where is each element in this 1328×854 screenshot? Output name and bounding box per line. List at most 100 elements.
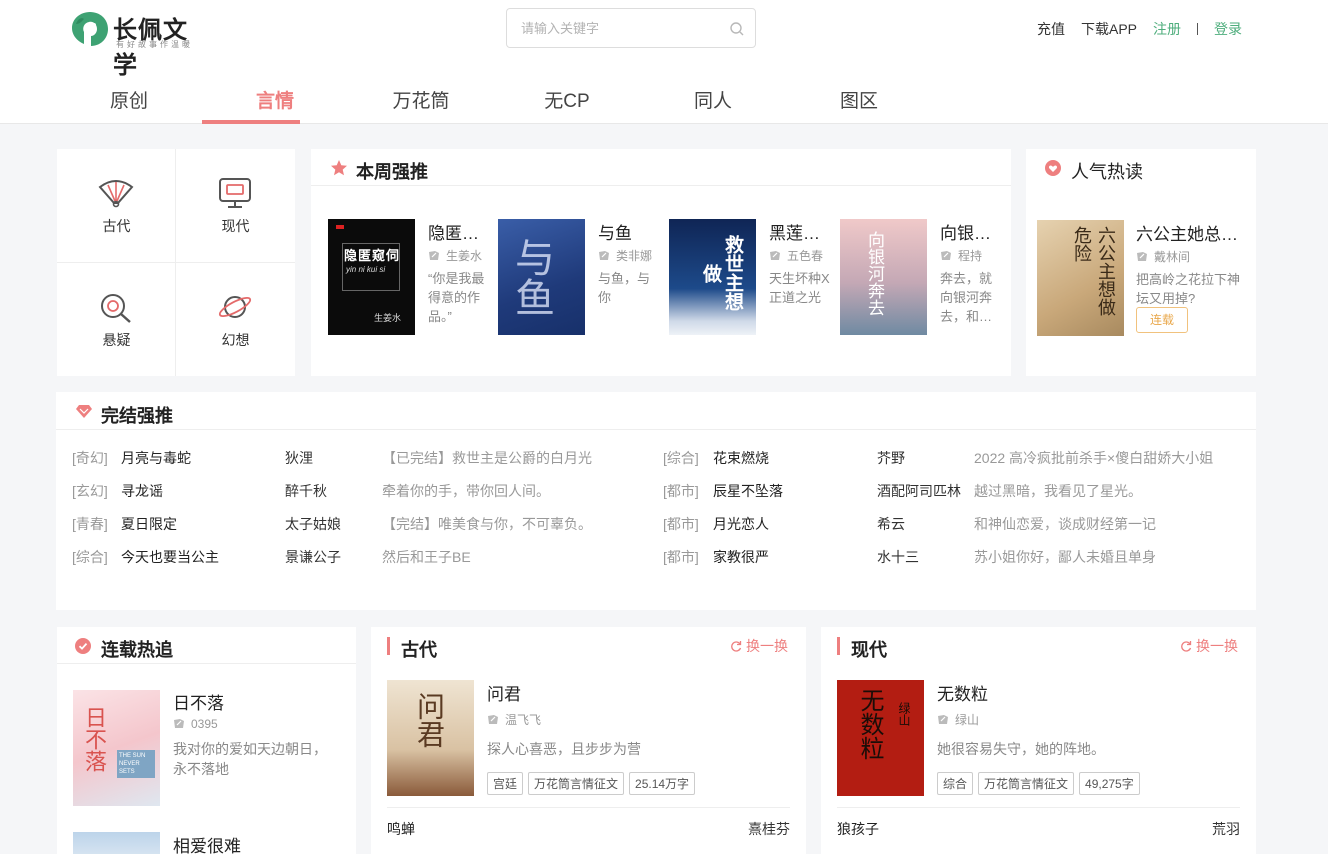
book-title[interactable]: 黑莲… bbox=[769, 219, 833, 244]
register-link[interactable]: 注册 bbox=[1153, 19, 1181, 39]
book-title[interactable]: 夏日限定 bbox=[121, 514, 177, 534]
tag[interactable]: 万花筒言情征文 bbox=[528, 772, 625, 795]
book-author[interactable]: 狄浬 bbox=[285, 448, 313, 468]
book-author[interactable]: 醉千秋 bbox=[285, 481, 327, 501]
tag[interactable]: 综合 bbox=[937, 772, 974, 795]
author-name: 温飞飞 bbox=[505, 713, 542, 727]
refresh-label: 换一换 bbox=[1196, 638, 1238, 654]
tab-no-cp[interactable]: 无CP bbox=[494, 70, 640, 124]
tab-fanfic[interactable]: 同人 bbox=[640, 70, 786, 124]
book-author[interactable]: 景谦公子 bbox=[285, 547, 341, 567]
cover-author: 绿山 bbox=[897, 702, 911, 726]
tab-gallery[interactable]: 图区 bbox=[786, 70, 932, 124]
book-title[interactable]: 月亮与毒蛇 bbox=[121, 448, 191, 468]
author-name: 绿山 bbox=[955, 713, 980, 727]
book-desc: 2022 高冷疯批前杀手×傻白甜娇大小姐 bbox=[974, 450, 1214, 466]
cover-title: 与鱼 bbox=[508, 237, 554, 317]
category-mystery[interactable]: 悬疑 bbox=[57, 263, 176, 376]
book-card[interactable]: 隐匿窥伺 yin ni kui si 生姜水 隐匿… 生姜水 “你是我最得意的作… bbox=[328, 219, 493, 339]
book-author[interactable]: 熹桂芬 bbox=[748, 819, 790, 839]
genre-tag: [都市] bbox=[663, 549, 699, 565]
section-title: 现代 bbox=[851, 640, 887, 660]
book-desc: 探人心喜恶，且步步为营 bbox=[487, 741, 641, 757]
book-cover[interactable]: 日不落 THE SUN NEVER SETS bbox=[73, 690, 160, 806]
book-cover[interactable]: 问君 bbox=[387, 680, 474, 796]
tag[interactable]: 万花筒言情征文 bbox=[978, 772, 1075, 795]
book-title[interactable]: 向银… bbox=[940, 219, 1004, 244]
top-header: 长佩文学 有好故事作温暖 充值 下载APP 注册 登录 原创 言情 万花筒 无C… bbox=[0, 0, 1328, 124]
book-title[interactable]: 无数粒 bbox=[937, 680, 988, 705]
book-cover[interactable] bbox=[73, 832, 160, 854]
pen-icon bbox=[769, 250, 781, 261]
category-modern[interactable]: 现代 bbox=[176, 149, 295, 262]
pen-icon bbox=[940, 250, 952, 261]
book-cover[interactable]: 无数粒 绿山 bbox=[837, 680, 924, 796]
magnifier-icon bbox=[101, 294, 131, 323]
divider bbox=[56, 429, 1256, 430]
genre-tag: [奇幻] bbox=[72, 450, 108, 466]
section-marker bbox=[387, 637, 390, 655]
book-title[interactable]: 日不落 bbox=[173, 689, 224, 714]
book-desc: 然后和王子BE bbox=[382, 549, 471, 565]
site-logo[interactable]: 长佩文学 有好故事作温暖 bbox=[70, 8, 210, 79]
book-card[interactable]: 向银河奔去 向银… 程持 奔去，就向银河奔去，和… bbox=[840, 219, 1005, 339]
book-title[interactable]: 狼孩子 bbox=[837, 819, 879, 839]
refresh-button[interactable]: 换一换 bbox=[730, 636, 788, 656]
category-fantasy[interactable]: 幻想 bbox=[176, 263, 295, 376]
book-author[interactable]: 太子姑娘 bbox=[285, 514, 341, 534]
book-author[interactable]: 酒配阿司匹林 bbox=[877, 481, 961, 501]
book-title[interactable]: 寻龙谣 bbox=[121, 481, 163, 501]
book-author[interactable]: 希云 bbox=[877, 514, 905, 534]
section-title: 本周强推 bbox=[356, 162, 428, 182]
book-cover[interactable]: 向银河奔去 bbox=[840, 219, 927, 335]
tag: 49,275字 bbox=[1079, 772, 1140, 795]
refresh-button[interactable]: 换一换 bbox=[1180, 636, 1238, 656]
book-title[interactable]: 隐匿… bbox=[428, 219, 492, 244]
author-name: 0395 bbox=[191, 717, 218, 731]
book-desc: 【已完结】救世主是公爵的白月光 bbox=[382, 450, 592, 466]
tab-kaleidoscope[interactable]: 万花筒 bbox=[348, 70, 494, 124]
tab-romance[interactable]: 言情 bbox=[202, 70, 348, 124]
login-link[interactable]: 登录 bbox=[1214, 19, 1242, 39]
category-ancient[interactable]: 古代 bbox=[57, 149, 176, 262]
book-desc: “你是我最得意的作品。” bbox=[428, 271, 485, 324]
genre-tag: [都市] bbox=[663, 483, 699, 499]
author-name: 生姜水 bbox=[446, 249, 483, 263]
book-card[interactable]: 救世主想做 黑莲… 五色春 天生坏种X 正道之光 bbox=[669, 219, 834, 339]
genre-tag: [综合] bbox=[72, 549, 108, 565]
search-input[interactable] bbox=[521, 18, 721, 38]
cover-title: 六公主想做危险 bbox=[1071, 226, 1116, 316]
book-cover[interactable]: 救世主想做 bbox=[669, 219, 756, 335]
book-cover[interactable]: 与鱼 bbox=[498, 219, 585, 335]
book-title[interactable]: 家教很严 bbox=[713, 547, 769, 567]
book-author[interactable]: 芥野 bbox=[877, 448, 905, 468]
cover-author: 生姜水 bbox=[374, 313, 402, 323]
genre-tag: [玄幻] bbox=[72, 483, 108, 499]
book-author[interactable]: 荒羽 bbox=[1212, 819, 1240, 839]
book-title[interactable]: 月光恋人 bbox=[713, 514, 769, 534]
heart-icon bbox=[1045, 160, 1061, 176]
book-desc: 越过黑暗，我看见了星光。 bbox=[974, 483, 1142, 499]
book-author: 类非娜 bbox=[598, 247, 662, 264]
search-icon[interactable] bbox=[729, 21, 745, 37]
section-title: 完结强推 bbox=[101, 406, 173, 426]
book-cover[interactable]: 六公主想做危险 bbox=[1037, 220, 1124, 336]
book-cover[interactable]: 隐匿窥伺 yin ni kui si 生姜水 bbox=[328, 219, 415, 335]
book-title[interactable]: 相爱很难 bbox=[173, 832, 241, 854]
download-app-link[interactable]: 下载APP bbox=[1081, 19, 1137, 39]
book-title[interactable]: 花束燃烧 bbox=[713, 448, 769, 468]
book-author: 温飞飞 bbox=[487, 711, 541, 728]
book-author[interactable]: 水十三 bbox=[877, 547, 919, 567]
tag[interactable]: 宫廷 bbox=[487, 772, 524, 795]
book-desc: 她很容易失守，她的阵地。 bbox=[937, 741, 1105, 757]
tab-original[interactable]: 原创 bbox=[56, 70, 202, 124]
book-card[interactable]: 与鱼 与鱼 类非娜 与鱼，与你 bbox=[498, 219, 663, 339]
recharge-link[interactable]: 充值 bbox=[1037, 19, 1065, 39]
book-title[interactable]: 六公主她总… bbox=[1136, 220, 1246, 245]
diamond-icon bbox=[76, 405, 92, 418]
book-title[interactable]: 今天也要当公主 bbox=[121, 547, 219, 567]
book-title[interactable]: 问君 bbox=[487, 680, 521, 705]
book-title[interactable]: 辰星不坠落 bbox=[713, 481, 783, 501]
book-title[interactable]: 鸣蝉 bbox=[387, 819, 415, 839]
book-title[interactable]: 与鱼 bbox=[598, 219, 662, 244]
